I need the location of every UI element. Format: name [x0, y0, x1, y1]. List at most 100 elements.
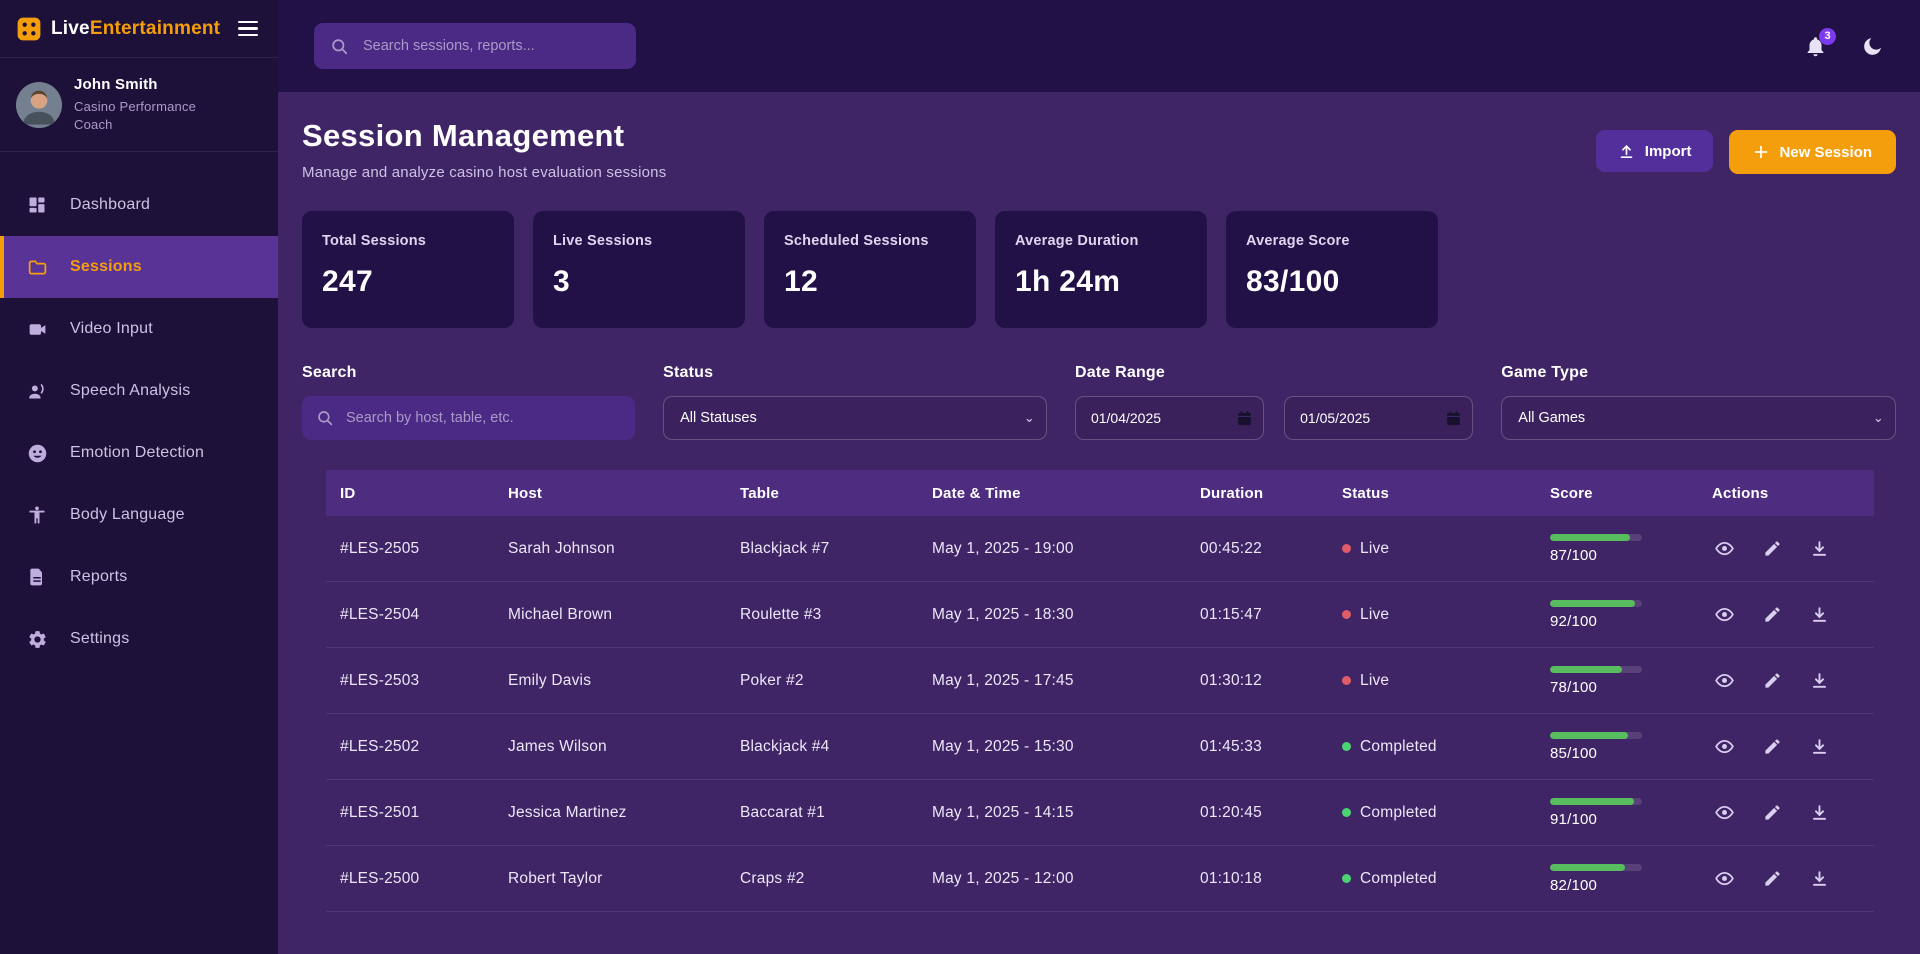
edit-session-button[interactable]: [1761, 669, 1784, 692]
download-session-button[interactable]: [1808, 603, 1831, 626]
cell-host: Jessica Martinez: [494, 804, 726, 822]
filter-bar: Search Status All Statuses ⌄ Date Range: [302, 364, 1896, 440]
download-icon: [1810, 671, 1829, 690]
view-session-button[interactable]: [1712, 536, 1737, 561]
sidebar-item-speech-analysis[interactable]: Speech Analysis: [0, 360, 278, 422]
score-bar-fill: [1550, 534, 1630, 541]
table-row[interactable]: #LES-2504 Michael Brown Roulette #3 May …: [326, 582, 1874, 648]
status-label: Live: [1360, 672, 1389, 690]
status-dot: [1342, 544, 1351, 553]
cell-duration: 00:45:22: [1186, 540, 1328, 558]
cell-datetime: May 1, 2025 - 15:30: [918, 738, 1186, 756]
download-icon: [1810, 803, 1829, 822]
view-session-button[interactable]: [1712, 668, 1737, 693]
stat-cards: Total Sessions 247 Live Sessions 3 Sched…: [302, 211, 1896, 328]
app-root: LiveEntertainment John Smith Casino Perf…: [0, 0, 1920, 954]
view-session-button[interactable]: [1712, 800, 1737, 825]
status-label: Live: [1360, 540, 1389, 558]
cell-score: 92/100: [1536, 600, 1698, 630]
eye-icon: [1714, 736, 1735, 757]
sidebar: LiveEntertainment John Smith Casino Perf…: [0, 0, 278, 954]
view-session-button[interactable]: [1712, 866, 1737, 891]
cell-status: Live: [1328, 606, 1536, 624]
download-session-button[interactable]: [1808, 801, 1831, 824]
user-profile: John Smith Casino Performance Coach: [0, 58, 278, 152]
sidebar-nav: Dashboard Sessions Video Input Speech An…: [0, 174, 278, 670]
sidebar-item-dashboard[interactable]: Dashboard: [0, 174, 278, 236]
eye-icon: [1714, 802, 1735, 823]
cell-host: James Wilson: [494, 738, 726, 756]
status-label: Completed: [1360, 870, 1437, 888]
sidebar-item-sessions[interactable]: Sessions: [0, 236, 278, 298]
cell-id: #LES-2505: [326, 540, 494, 558]
table-row[interactable]: #LES-2505 Sarah Johnson Blackjack #7 May…: [326, 516, 1874, 582]
cell-score: 91/100: [1536, 798, 1698, 828]
cell-id: #LES-2504: [326, 606, 494, 624]
menu-toggle-button[interactable]: [234, 17, 262, 41]
score-label: 92/100: [1550, 613, 1698, 630]
cell-actions: [1698, 668, 1874, 693]
edit-session-button[interactable]: [1761, 867, 1784, 890]
download-icon: [1810, 605, 1829, 624]
status-select[interactable]: All Statuses: [663, 396, 1047, 440]
table-row[interactable]: #LES-2500 Robert Taylor Craps #2 May 1, …: [326, 846, 1874, 912]
cell-score: 82/100: [1536, 864, 1698, 894]
cell-host: Robert Taylor: [494, 870, 726, 888]
new-session-button[interactable]: New Session: [1729, 130, 1896, 174]
table-row[interactable]: #LES-2502 James Wilson Blackjack #4 May …: [326, 714, 1874, 780]
cell-table: Blackjack #4: [726, 738, 918, 756]
filter-search-input[interactable]: [346, 410, 621, 426]
download-session-button[interactable]: [1808, 669, 1831, 692]
score-bar-fill: [1550, 600, 1635, 607]
cell-host: Michael Brown: [494, 606, 726, 624]
cell-table: Poker #2: [726, 672, 918, 690]
document-icon: [26, 567, 48, 587]
edit-session-button[interactable]: [1761, 537, 1784, 560]
cell-duration: 01:20:45: [1186, 804, 1328, 822]
edit-session-button[interactable]: [1761, 735, 1784, 758]
cell-datetime: May 1, 2025 - 19:00: [918, 540, 1186, 558]
cell-duration: 01:10:18: [1186, 870, 1328, 888]
score-bar-fill: [1550, 732, 1628, 739]
score-bar: [1550, 666, 1642, 673]
download-session-button[interactable]: [1808, 537, 1831, 560]
sidebar-item-settings[interactable]: Settings: [0, 608, 278, 670]
sidebar-item-video-input[interactable]: Video Input: [0, 298, 278, 360]
stat-card-total-sessions: Total Sessions 247: [302, 211, 514, 328]
dark-mode-toggle[interactable]: [1861, 35, 1884, 58]
smiley-icon: [26, 443, 48, 464]
download-session-button[interactable]: [1808, 735, 1831, 758]
view-session-button[interactable]: [1712, 602, 1737, 627]
stat-card-live-sessions: Live Sessions 3: [533, 211, 745, 328]
voice-icon: [26, 381, 48, 402]
sidebar-header: LiveEntertainment: [0, 0, 278, 58]
notifications-button[interactable]: 3: [1804, 35, 1827, 58]
cell-host: Sarah Johnson: [494, 540, 726, 558]
download-session-button[interactable]: [1808, 867, 1831, 890]
game-type-select[interactable]: All Games: [1501, 396, 1896, 440]
edit-session-button[interactable]: [1761, 603, 1784, 626]
sidebar-item-reports[interactable]: Reports: [0, 546, 278, 608]
cell-datetime: May 1, 2025 - 12:00: [918, 870, 1186, 888]
eye-icon: [1714, 868, 1735, 889]
main-area: 3 Session Management Manage and analyze …: [278, 0, 1920, 954]
page-header: Session Management Manage and analyze ca…: [302, 118, 1896, 181]
global-search-input[interactable]: [363, 38, 620, 54]
score-bar: [1550, 732, 1642, 739]
status-dot: [1342, 676, 1351, 685]
import-button[interactable]: Import: [1596, 130, 1714, 172]
edit-session-button[interactable]: [1761, 801, 1784, 824]
cell-score: 87/100: [1536, 534, 1698, 564]
table-row[interactable]: #LES-2501 Jessica Martinez Baccarat #1 M…: [326, 780, 1874, 846]
cell-actions: [1698, 800, 1874, 825]
view-session-button[interactable]: [1712, 734, 1737, 759]
plus-icon: [1753, 144, 1769, 160]
cell-table: Blackjack #7: [726, 540, 918, 558]
sidebar-item-body-language[interactable]: Body Language: [0, 484, 278, 546]
calendar-icon: [1236, 410, 1253, 427]
sidebar-item-emotion-detection[interactable]: Emotion Detection: [0, 422, 278, 484]
user-info: John Smith Casino Performance Coach: [74, 76, 214, 133]
avatar: [16, 82, 62, 128]
global-search[interactable]: [314, 23, 636, 69]
table-row[interactable]: #LES-2503 Emily Davis Poker #2 May 1, 20…: [326, 648, 1874, 714]
